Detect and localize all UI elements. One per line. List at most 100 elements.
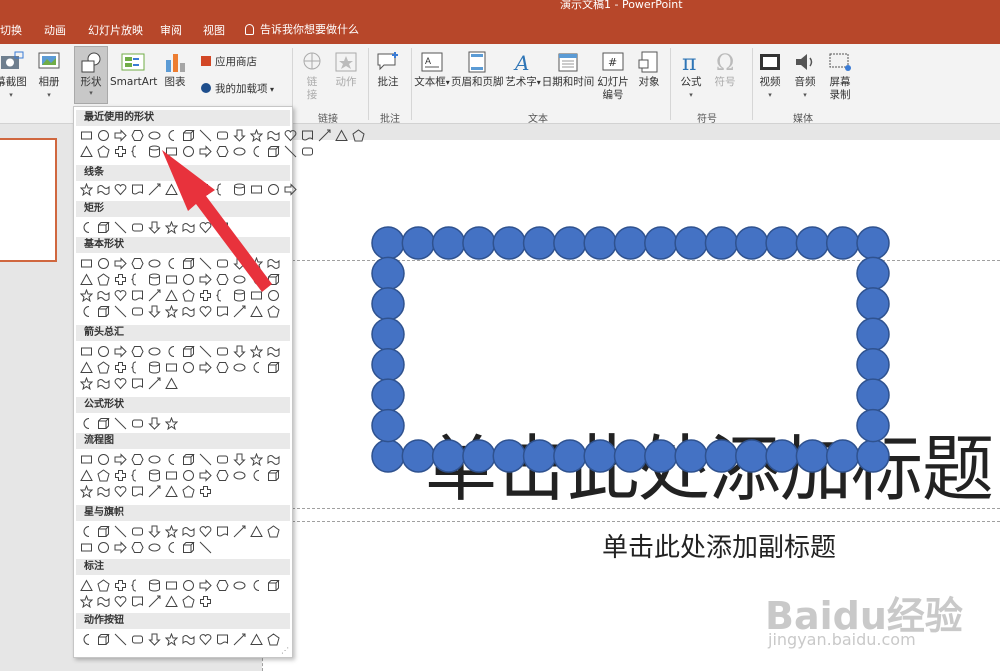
- header-footer-button[interactable]: 页眉和页脚: [451, 50, 504, 89]
- shape-tri-icon[interactable]: [248, 303, 264, 319]
- shape-diag-icon[interactable]: [231, 303, 247, 319]
- shape-doc-icon[interactable]: [214, 219, 230, 235]
- store-button[interactable]: 应用商店: [201, 56, 257, 69]
- shape-cube-icon[interactable]: [265, 359, 281, 375]
- shape-star-icon[interactable]: [78, 593, 94, 609]
- shape-tri-icon[interactable]: [78, 359, 94, 375]
- shape-star-icon[interactable]: [78, 287, 94, 303]
- shape-doc-icon[interactable]: [129, 593, 145, 609]
- shape-wave-icon[interactable]: [95, 483, 111, 499]
- shape-doc-icon[interactable]: [129, 483, 145, 499]
- shape-tri-icon[interactable]: [163, 375, 179, 391]
- shape-plus-icon[interactable]: [112, 577, 128, 593]
- shape-arrowR-icon[interactable]: [197, 359, 213, 375]
- shape-arrowR-icon[interactable]: [197, 467, 213, 483]
- shape-star-icon[interactable]: [163, 523, 179, 539]
- shape-rect-icon[interactable]: [78, 451, 94, 467]
- shape-doc-icon[interactable]: [214, 303, 230, 319]
- shape-cyl-icon[interactable]: [146, 577, 162, 593]
- shape-cube-icon[interactable]: [95, 523, 111, 539]
- shape-tri-icon[interactable]: [163, 181, 179, 197]
- shape-wave-icon[interactable]: [180, 631, 196, 647]
- shape-heart-icon[interactable]: [197, 219, 213, 235]
- shape-heart-icon[interactable]: [112, 181, 128, 197]
- shape-arrowD-icon[interactable]: [231, 343, 247, 359]
- shape-rect-icon[interactable]: [248, 181, 264, 197]
- shape-rrect-icon[interactable]: [129, 303, 145, 319]
- shape-circle-icon[interactable]: [180, 577, 196, 593]
- shape-rrect-icon[interactable]: [214, 343, 230, 359]
- shape-cube-icon[interactable]: [95, 303, 111, 319]
- shape-arrowD-icon[interactable]: [146, 219, 162, 235]
- shape-tri-icon[interactable]: [78, 467, 94, 483]
- shape-pent-icon[interactable]: [180, 287, 196, 303]
- shape-cube-icon[interactable]: [265, 577, 281, 593]
- shape-circle-icon[interactable]: [95, 255, 111, 271]
- link-button[interactable]: 链接: [297, 50, 327, 102]
- shape-rrect-icon[interactable]: [129, 523, 145, 539]
- shape-heart-icon[interactable]: [197, 303, 213, 319]
- shape-cube-icon[interactable]: [95, 219, 111, 235]
- shape-rrect-icon[interactable]: [299, 143, 315, 159]
- shape-cyl-icon[interactable]: [146, 271, 162, 287]
- shape-arrowR-icon[interactable]: [112, 343, 128, 359]
- shape-arrowR-icon[interactable]: [112, 539, 128, 555]
- shape-heart-icon[interactable]: [112, 287, 128, 303]
- shape-plus-icon[interactable]: [197, 593, 213, 609]
- shape-bracket-icon[interactable]: [129, 143, 145, 159]
- shape-circle-icon[interactable]: [180, 359, 196, 375]
- shape-rect-icon[interactable]: [78, 127, 94, 143]
- shape-arrowR-icon[interactable]: [112, 255, 128, 271]
- shape-star-icon[interactable]: [163, 415, 179, 431]
- shape-rect-icon[interactable]: [78, 343, 94, 359]
- shape-moon-icon[interactable]: [78, 303, 94, 319]
- shape-arrowD-icon[interactable]: [146, 303, 162, 319]
- shape-arrowR-icon[interactable]: [282, 181, 298, 197]
- shape-circle-icon[interactable]: [180, 467, 196, 483]
- shape-rrect-icon[interactable]: [129, 219, 145, 235]
- shape-arrowR-icon[interactable]: [197, 577, 213, 593]
- shape-moon-icon[interactable]: [248, 359, 264, 375]
- shape-doc-icon[interactable]: [214, 631, 230, 647]
- my-addins-button[interactable]: 我的加载项 ▾: [201, 83, 274, 96]
- shape-oval-icon[interactable]: [146, 451, 162, 467]
- shape-star-icon[interactable]: [248, 451, 264, 467]
- tab-slideshow[interactable]: 幻灯片放映: [88, 22, 143, 38]
- shape-pent-icon[interactable]: [95, 467, 111, 483]
- shape-rect-icon[interactable]: [163, 359, 179, 375]
- shape-wave-icon[interactable]: [265, 127, 281, 143]
- shape-hex-icon[interactable]: [129, 451, 145, 467]
- video-button[interactable]: 视频 ▾: [755, 50, 785, 102]
- shape-tri-icon[interactable]: [333, 127, 349, 143]
- shape-moon-icon[interactable]: [248, 467, 264, 483]
- tab-animations[interactable]: 动画: [44, 22, 66, 38]
- shape-cyl-icon[interactable]: [146, 467, 162, 483]
- shape-circle-icon[interactable]: [95, 451, 111, 467]
- shape-line-icon[interactable]: [112, 523, 128, 539]
- slide-thumbnail[interactable]: [0, 138, 57, 262]
- shape-oval-icon[interactable]: [146, 539, 162, 555]
- shape-pent-icon[interactable]: [180, 483, 196, 499]
- shape-circle-icon[interactable]: [265, 181, 281, 197]
- shape-cube-icon[interactable]: [180, 343, 196, 359]
- shape-circle-icon[interactable]: [95, 539, 111, 555]
- shape-doc-icon[interactable]: [129, 375, 145, 391]
- shape-diag-icon[interactable]: [146, 181, 162, 197]
- shape-cyl-icon[interactable]: [231, 287, 247, 303]
- shape-cube-icon[interactable]: [180, 255, 196, 271]
- shape-wave-icon[interactable]: [180, 219, 196, 235]
- shape-circle-icon[interactable]: [95, 127, 111, 143]
- shape-oval-icon[interactable]: [231, 359, 247, 375]
- shape-moon-icon[interactable]: [163, 127, 179, 143]
- shape-doc-icon[interactable]: [129, 181, 145, 197]
- shape-rrect-icon[interactable]: [129, 631, 145, 647]
- resize-grip-icon[interactable]: ⋰: [281, 646, 289, 655]
- photo-album-button[interactable]: 相册 ▾: [34, 50, 64, 102]
- shape-cube-icon[interactable]: [95, 631, 111, 647]
- shape-rect-icon[interactable]: [163, 271, 179, 287]
- shape-arrowR-icon[interactable]: [197, 143, 213, 159]
- screen-recording-button[interactable]: 屏幕录制: [824, 50, 856, 102]
- shape-line-icon[interactable]: [197, 127, 213, 143]
- tab-view[interactable]: 视图: [203, 22, 225, 38]
- shape-oval-icon[interactable]: [146, 343, 162, 359]
